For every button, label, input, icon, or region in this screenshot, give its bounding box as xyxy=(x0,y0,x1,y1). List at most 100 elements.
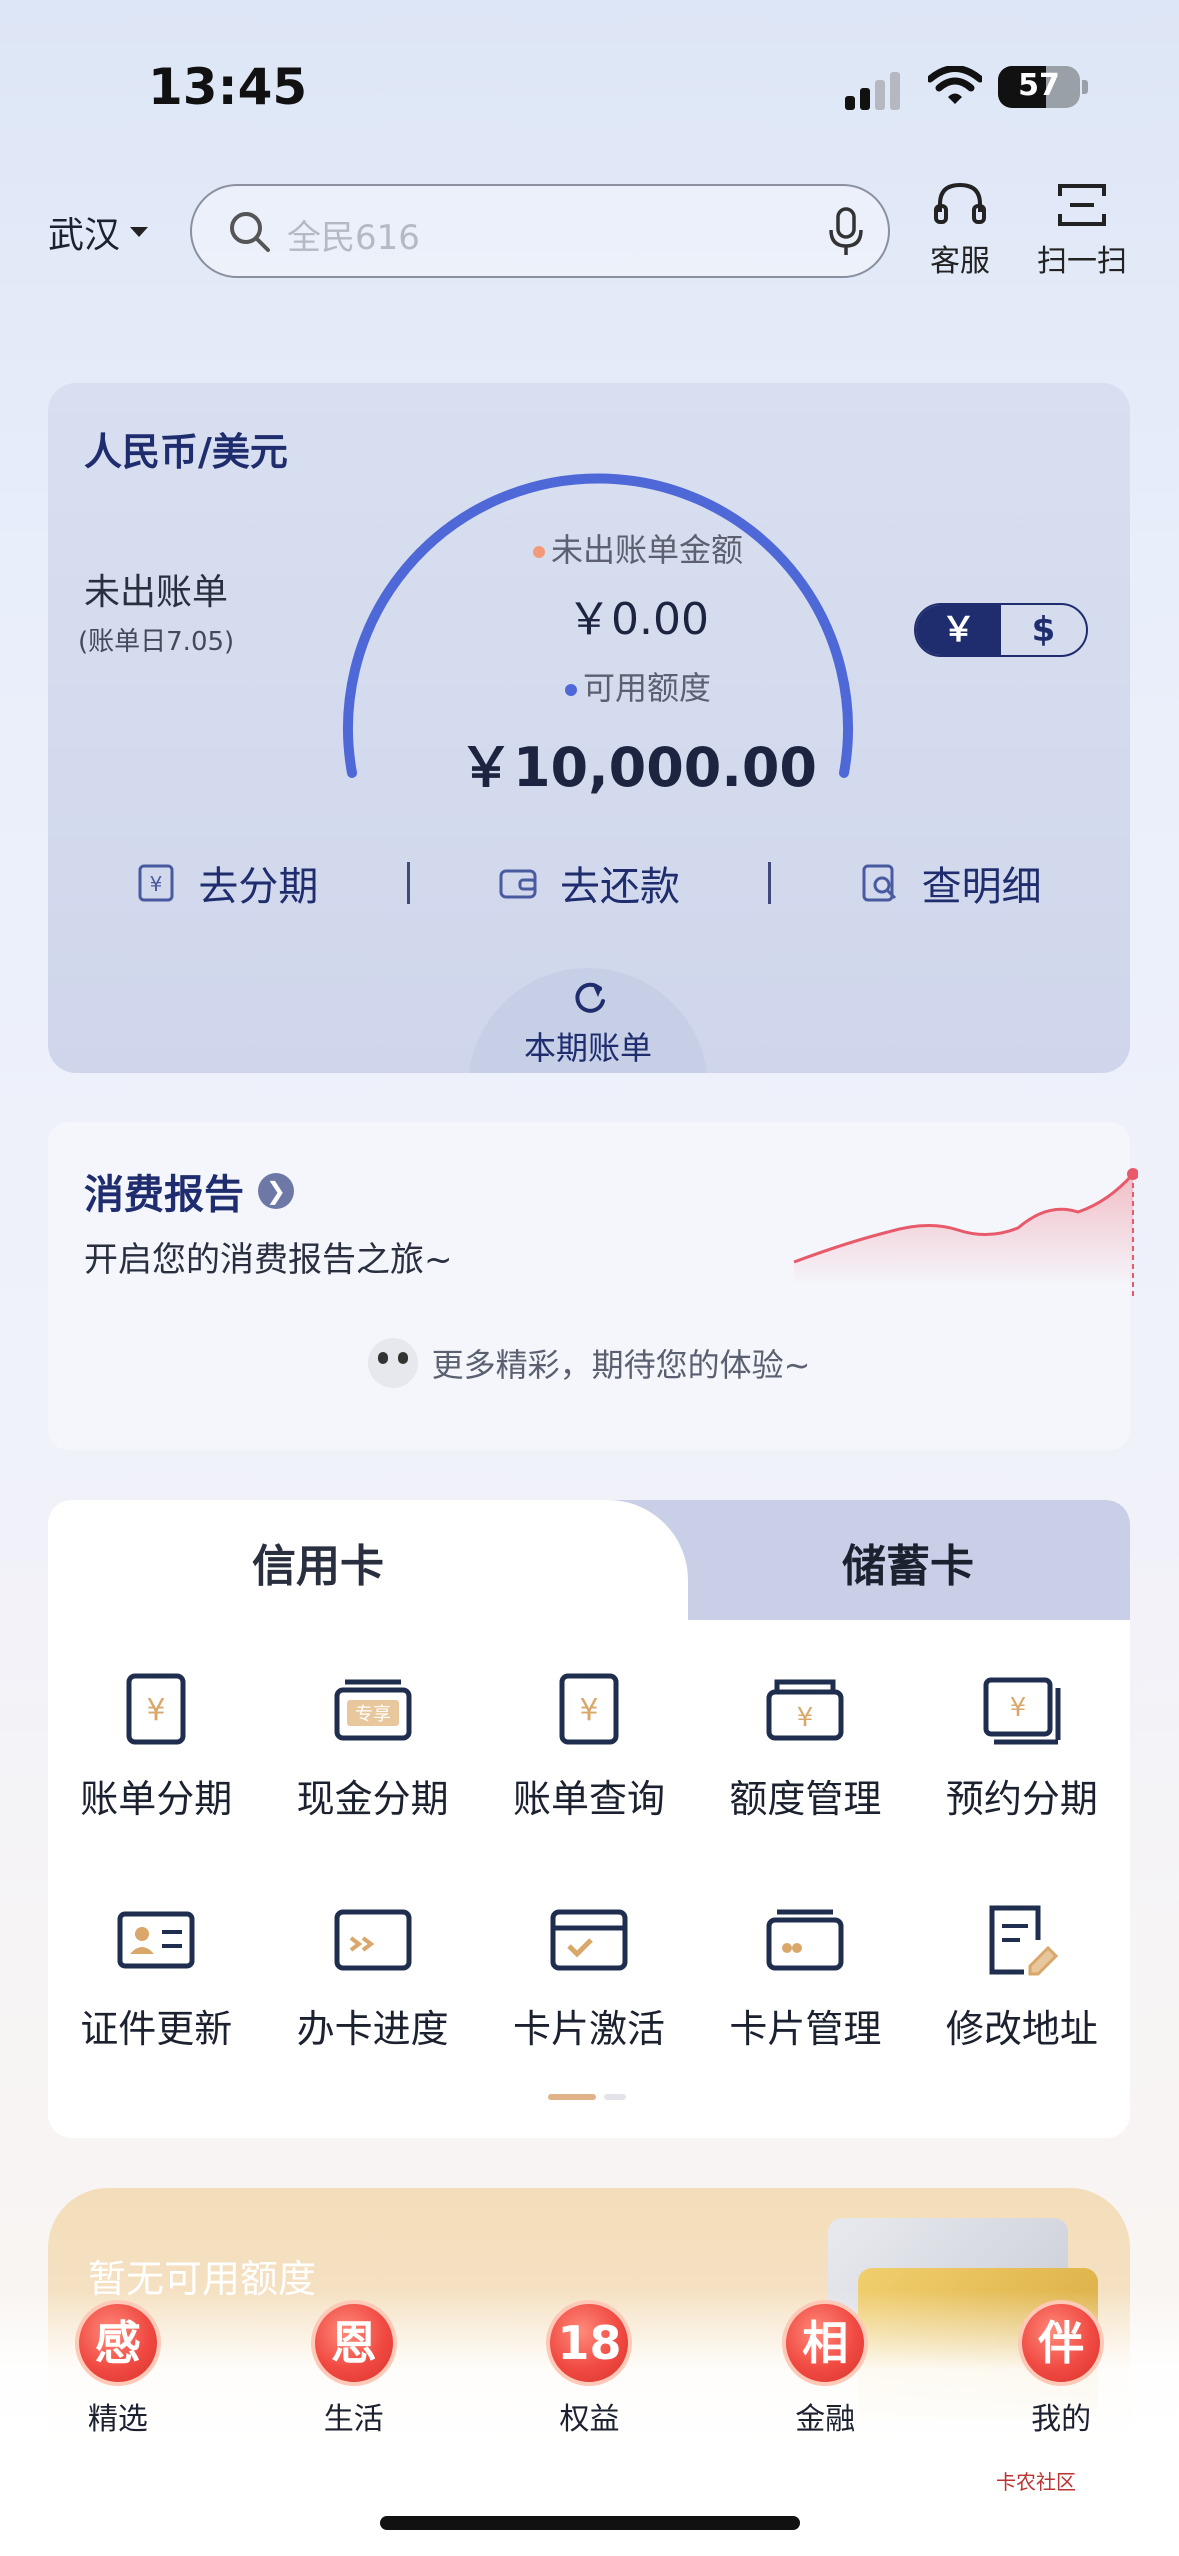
bottom-nav: 感 精选 恩 生活 18 权益 相 金融 伴 我的 xyxy=(0,2300,1179,2438)
nav-item-life[interactable]: 恩 生活 xyxy=(236,2300,472,2438)
service-cash-installment[interactable]: 专享 现金分期 xyxy=(264,1670,480,1900)
svg-text:专享: 专享 xyxy=(355,1704,391,1725)
scan-label: 扫一扫 xyxy=(1037,244,1127,279)
report-title: 消费报告 xyxy=(84,1172,244,1218)
scan-icon xyxy=(1058,184,1106,226)
svg-text:¥: ¥ xyxy=(150,872,163,896)
service-label: 卡片激活 xyxy=(513,2007,666,2051)
edit-address-icon xyxy=(989,1905,1058,1976)
bill-card: 人民币/美元 未出账单 (账单日7.05) 未出账单金额 ￥0.00 可用额度 … xyxy=(48,383,1130,1073)
nav-label: 金融 xyxy=(795,2402,856,2437)
service-label: 账单分期 xyxy=(80,1777,233,1821)
nav-featured-icon: 感 xyxy=(74,2300,161,2386)
service-label: 预约分期 xyxy=(945,1777,1098,1821)
current-bill-label[interactable]: 本期账单 xyxy=(468,1023,708,1069)
nav-item-featured[interactable]: 感 精选 xyxy=(0,2300,236,2438)
currency-rmb-option[interactable]: ￥ xyxy=(916,605,1001,655)
status-time: 13:45 xyxy=(148,58,308,116)
service-label: 额度管理 xyxy=(729,1777,882,1821)
bill-day: (账单日7.05) xyxy=(78,627,235,657)
installment-icon: ¥ xyxy=(138,864,174,902)
caret-down-icon xyxy=(130,227,149,237)
svg-text:¥: ¥ xyxy=(1010,1693,1027,1723)
card-progress-icon xyxy=(334,1909,412,1971)
service-card-progress[interactable]: 办卡进度 xyxy=(264,1900,480,2130)
service-label: 修改地址 xyxy=(945,2007,1098,2051)
id-card-icon xyxy=(117,1911,195,1969)
search-placeholder: 全民616 xyxy=(287,218,420,258)
unbilled-label: 未出账单 xyxy=(84,572,229,613)
customer-service-button[interactable]: 客服 xyxy=(905,180,1015,280)
nav-mine-icon: 伴 xyxy=(1018,2300,1105,2386)
refresh-icon xyxy=(575,982,605,1013)
report-subtitle: 开启您的消费报告之旅~ xyxy=(84,1240,453,1280)
bill-query-icon: ¥ xyxy=(559,1673,619,1745)
services-card: 信用卡 储蓄卡 ¥ 账单分期 专享 现金分期 ¥ 账单查询 ¥ 额度管理 ¥ 预… xyxy=(48,1500,1130,2138)
service-bill-query[interactable]: ¥ 账单查询 xyxy=(481,1670,697,1900)
consumption-report-card[interactable]: 消费报告 ❯ 开启您的消费报告之旅~ 更多精彩，期待您的体验~ xyxy=(48,1122,1138,1450)
home-indicator[interactable] xyxy=(380,2516,800,2530)
trend-sparkline xyxy=(793,1168,1138,1300)
service-scheduled-installment[interactable]: ¥ 预约分期 xyxy=(914,1670,1130,1900)
nav-label: 我的 xyxy=(1031,2402,1092,2437)
scheduled-installment-icon: ¥ xyxy=(983,1677,1061,1745)
installment-button[interactable]: ¥ 去分期 xyxy=(48,854,407,912)
report-title-row[interactable]: 消费报告 ❯ xyxy=(84,1162,294,1220)
view-details-button[interactable]: 查明细 xyxy=(771,854,1130,912)
nav-benefits-icon: 18 xyxy=(546,2300,633,2386)
city-selector[interactable]: 武汉 xyxy=(48,206,149,258)
currency-usd-option[interactable]: $ xyxy=(1001,605,1086,655)
service-label: 现金分期 xyxy=(296,1777,449,1821)
view-details-label: 查明细 xyxy=(921,864,1042,910)
search-bar[interactable]: 全民616 xyxy=(190,184,890,278)
bill-installment-icon: ¥ xyxy=(126,1673,186,1745)
watermark-text: 卡农社区 xyxy=(996,2470,1076,2494)
repay-label: 去还款 xyxy=(560,864,680,910)
microphone-icon[interactable] xyxy=(826,206,866,258)
unbilled-amount-row: 未出账单金额 xyxy=(428,525,848,571)
service-grid: ¥ 账单分期 专享 现金分期 ¥ 账单查询 ¥ 额度管理 ¥ 预约分期 证件更新… xyxy=(48,1670,1130,2130)
detail-search-icon xyxy=(862,864,896,902)
available-row: 可用额度 xyxy=(428,663,848,709)
panda-icon xyxy=(367,1338,418,1388)
nav-label: 精选 xyxy=(87,2402,148,2437)
search-icon xyxy=(230,212,270,252)
repay-button[interactable]: 去还款 xyxy=(410,854,769,912)
nav-label: 生活 xyxy=(323,2402,384,2437)
battery-cap xyxy=(1082,80,1088,94)
service-edit-address[interactable]: 修改地址 xyxy=(914,1900,1130,2130)
scan-button[interactable]: 扫一扫 xyxy=(1027,180,1137,280)
watermark-logo: 卡农社区 xyxy=(996,2466,1076,2495)
service-limit-management[interactable]: ¥ 额度管理 xyxy=(697,1670,913,1900)
currency-toggle[interactable]: ￥ $ xyxy=(914,603,1088,657)
customer-service-label: 客服 xyxy=(930,244,990,279)
blue-dot-icon xyxy=(564,684,577,696)
nav-life-icon: 恩 xyxy=(310,2300,397,2386)
service-bill-installment[interactable]: ¥ 账单分期 xyxy=(48,1670,264,1900)
wifi-icon xyxy=(928,66,982,104)
city-label: 武汉 xyxy=(48,215,121,256)
nav-item-mine[interactable]: 伴 我的 xyxy=(943,2300,1179,2438)
tab-debit-card-label[interactable]: 储蓄卡 xyxy=(648,1530,1130,1594)
service-card-manage[interactable]: 卡片管理 xyxy=(697,1900,913,2130)
tab-credit-card-label[interactable]: 信用卡 xyxy=(48,1530,588,1594)
nav-item-benefits[interactable]: 18 权益 xyxy=(472,2300,708,2438)
service-label: 卡片管理 xyxy=(729,2007,882,2051)
svg-text:¥: ¥ xyxy=(579,1693,598,1728)
card-manage-icon xyxy=(766,1909,844,1971)
orange-dot-icon xyxy=(532,546,545,558)
nav-finance-icon: 相 xyxy=(782,2300,869,2386)
chevron-right-icon: ❯ xyxy=(258,1173,294,1209)
report-footer-text: 更多精彩，期待您的体验~ xyxy=(431,1346,811,1384)
report-footer: 更多精彩，期待您的体验~ xyxy=(48,1338,1130,1388)
service-id-update[interactable]: 证件更新 xyxy=(48,1900,264,2130)
available-label: 可用额度 xyxy=(582,669,711,707)
svg-text:¥: ¥ xyxy=(797,1703,814,1733)
signal-icon xyxy=(845,68,903,110)
available-amount: ￥10,000.00 xyxy=(458,736,818,799)
page-indicator xyxy=(548,2094,626,2100)
nav-item-finance[interactable]: 相 金融 xyxy=(707,2300,943,2438)
unbilled-amount-label: 未出账单金额 xyxy=(550,531,743,569)
card-activate-icon xyxy=(550,1909,628,1971)
headset-icon xyxy=(934,182,986,224)
